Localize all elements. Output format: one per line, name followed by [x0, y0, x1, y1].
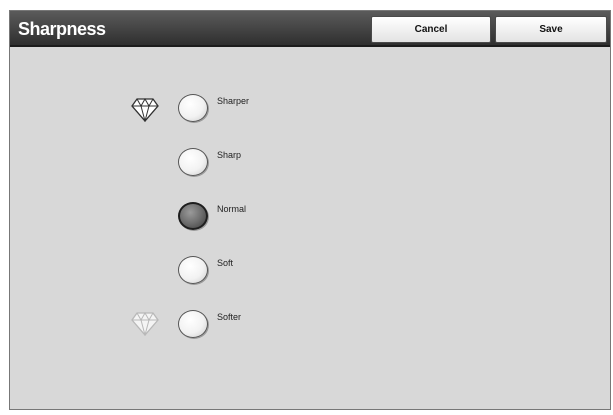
option-label-softer: Softer: [217, 312, 242, 322]
soft-diamond-icon: [131, 312, 159, 336]
cancel-button[interactable]: Cancel: [371, 16, 491, 43]
option-label-normal: Normal: [217, 204, 247, 214]
sharpness-screen: Sharpness Cancel Save Sharper Sharp Norm…: [9, 10, 611, 410]
save-button[interactable]: Save: [495, 16, 607, 43]
radio-normal[interactable]: [178, 202, 208, 230]
radio-sharper[interactable]: [178, 94, 208, 122]
header-bar: Sharpness Cancel Save: [10, 11, 610, 47]
radio-soft[interactable]: [178, 256, 208, 284]
sharp-diamond-icon: [131, 98, 159, 122]
option-label-sharp: Sharp: [217, 150, 242, 160]
option-label-sharper: Sharper: [217, 96, 250, 106]
radio-sharp[interactable]: [178, 148, 208, 176]
radio-softer[interactable]: [178, 310, 208, 338]
page-title: Sharpness: [18, 19, 106, 39]
option-label-soft: Soft: [217, 258, 234, 268]
